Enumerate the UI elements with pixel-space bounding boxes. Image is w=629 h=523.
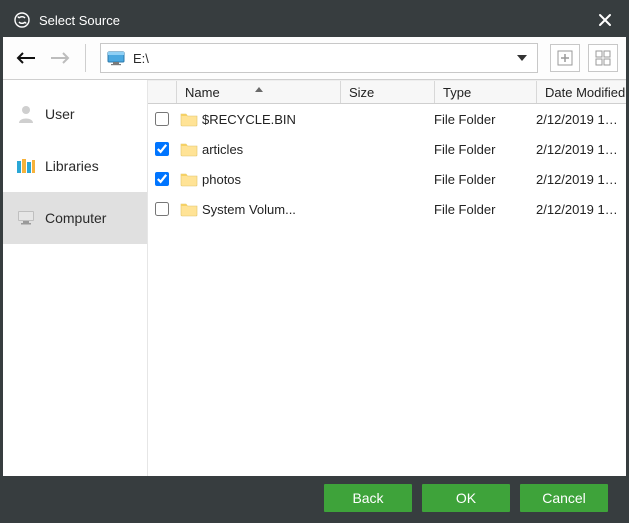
arrow-right-icon xyxy=(49,50,71,66)
row-checkbox[interactable] xyxy=(155,142,169,156)
row-type: File Folder xyxy=(434,202,536,217)
row-name: $RECYCLE.BIN xyxy=(202,112,340,127)
row-date: 2/12/2019 10:02 ... xyxy=(536,142,626,157)
row-checkbox-cell xyxy=(148,142,176,156)
row-checkbox-cell xyxy=(148,172,176,186)
row-checkbox[interactable] xyxy=(155,172,169,186)
folder-icon xyxy=(176,141,202,157)
back-button[interactable]: Back xyxy=(324,484,412,512)
row-date: 2/12/2019 10:14 ... xyxy=(536,202,626,217)
chevron-down-icon xyxy=(517,55,527,61)
nav-forward-button[interactable] xyxy=(45,43,75,73)
sidebar-item-computer[interactable]: Computer xyxy=(3,192,147,244)
folder-icon xyxy=(176,201,202,217)
libraries-icon xyxy=(17,157,35,175)
sidebar-item-label: Computer xyxy=(45,210,106,226)
view-mode-button[interactable] xyxy=(588,44,618,72)
column-header-name[interactable]: Name xyxy=(176,81,340,103)
sidebar-item-label: User xyxy=(45,106,75,122)
row-checkbox[interactable] xyxy=(155,202,169,216)
row-type: File Folder xyxy=(434,112,536,127)
computer-icon xyxy=(17,209,35,227)
footer: Back OK Cancel xyxy=(3,476,626,520)
row-type: File Folder xyxy=(434,172,536,187)
body: User Libraries Computer xyxy=(3,80,626,476)
column-header-date[interactable]: Date Modified xyxy=(536,81,626,103)
sidebar-item-user[interactable]: User xyxy=(3,88,147,140)
table-row[interactable]: photos File Folder2/12/2019 10:03 ... xyxy=(148,164,626,194)
toolbar-separator xyxy=(85,44,86,72)
row-date: 2/12/2019 10:03 ... xyxy=(536,172,626,187)
close-icon xyxy=(598,13,612,27)
titlebar: Select Source xyxy=(3,3,626,37)
row-checkbox-cell xyxy=(148,112,176,126)
sidebar-item-label: Libraries xyxy=(45,158,99,174)
sidebar-item-libraries[interactable]: Libraries xyxy=(3,140,147,192)
file-rows: $RECYCLE.BINFile Folder2/12/2019 10:02 .… xyxy=(148,104,626,476)
sidebar: User Libraries Computer xyxy=(3,80,147,476)
drive-icon xyxy=(107,49,125,67)
row-name: articles xyxy=(202,142,340,157)
column-header-type[interactable]: Type xyxy=(434,81,536,103)
user-icon xyxy=(17,105,35,123)
column-headers: Name Size Type Date Modified xyxy=(148,80,626,104)
ok-button[interactable]: OK xyxy=(422,484,510,512)
folder-icon xyxy=(176,171,202,187)
row-date: 2/12/2019 10:02 ... xyxy=(536,112,626,127)
path-combobox[interactable]: E:\ xyxy=(100,43,538,73)
path-text: E:\ xyxy=(133,51,513,66)
row-name: photos xyxy=(202,172,340,187)
path-dropdown-button[interactable] xyxy=(513,55,531,61)
table-row[interactable]: articles File Folder2/12/2019 10:02 ... xyxy=(148,134,626,164)
row-checkbox[interactable] xyxy=(155,112,169,126)
close-button[interactable] xyxy=(590,5,620,35)
window-title: Select Source xyxy=(39,13,590,28)
app-logo-icon xyxy=(13,11,31,29)
cancel-button[interactable]: Cancel xyxy=(520,484,608,512)
sort-asc-icon xyxy=(255,80,263,95)
table-row[interactable]: System Volum... File Folder2/12/2019 10:1… xyxy=(148,194,626,224)
column-header-size[interactable]: Size xyxy=(340,81,434,103)
row-name: System Volum... xyxy=(202,202,340,217)
new-folder-button[interactable] xyxy=(550,44,580,72)
column-header-check[interactable] xyxy=(148,81,176,103)
row-type: File Folder xyxy=(434,142,536,157)
plus-box-icon xyxy=(557,50,573,66)
nav-back-button[interactable] xyxy=(11,43,41,73)
select-source-window: Select Source xyxy=(0,0,629,523)
grid-icon xyxy=(595,50,611,66)
folder-icon xyxy=(176,111,202,127)
row-checkbox-cell xyxy=(148,202,176,216)
table-row[interactable]: $RECYCLE.BIN File Folder2/12/2019 10:02 .… xyxy=(148,104,626,134)
arrow-left-icon xyxy=(15,50,37,66)
toolbar: E:\ xyxy=(3,37,626,80)
file-list-panel: Name Size Type Date Modified $RECYCLE.BI… xyxy=(147,80,626,476)
